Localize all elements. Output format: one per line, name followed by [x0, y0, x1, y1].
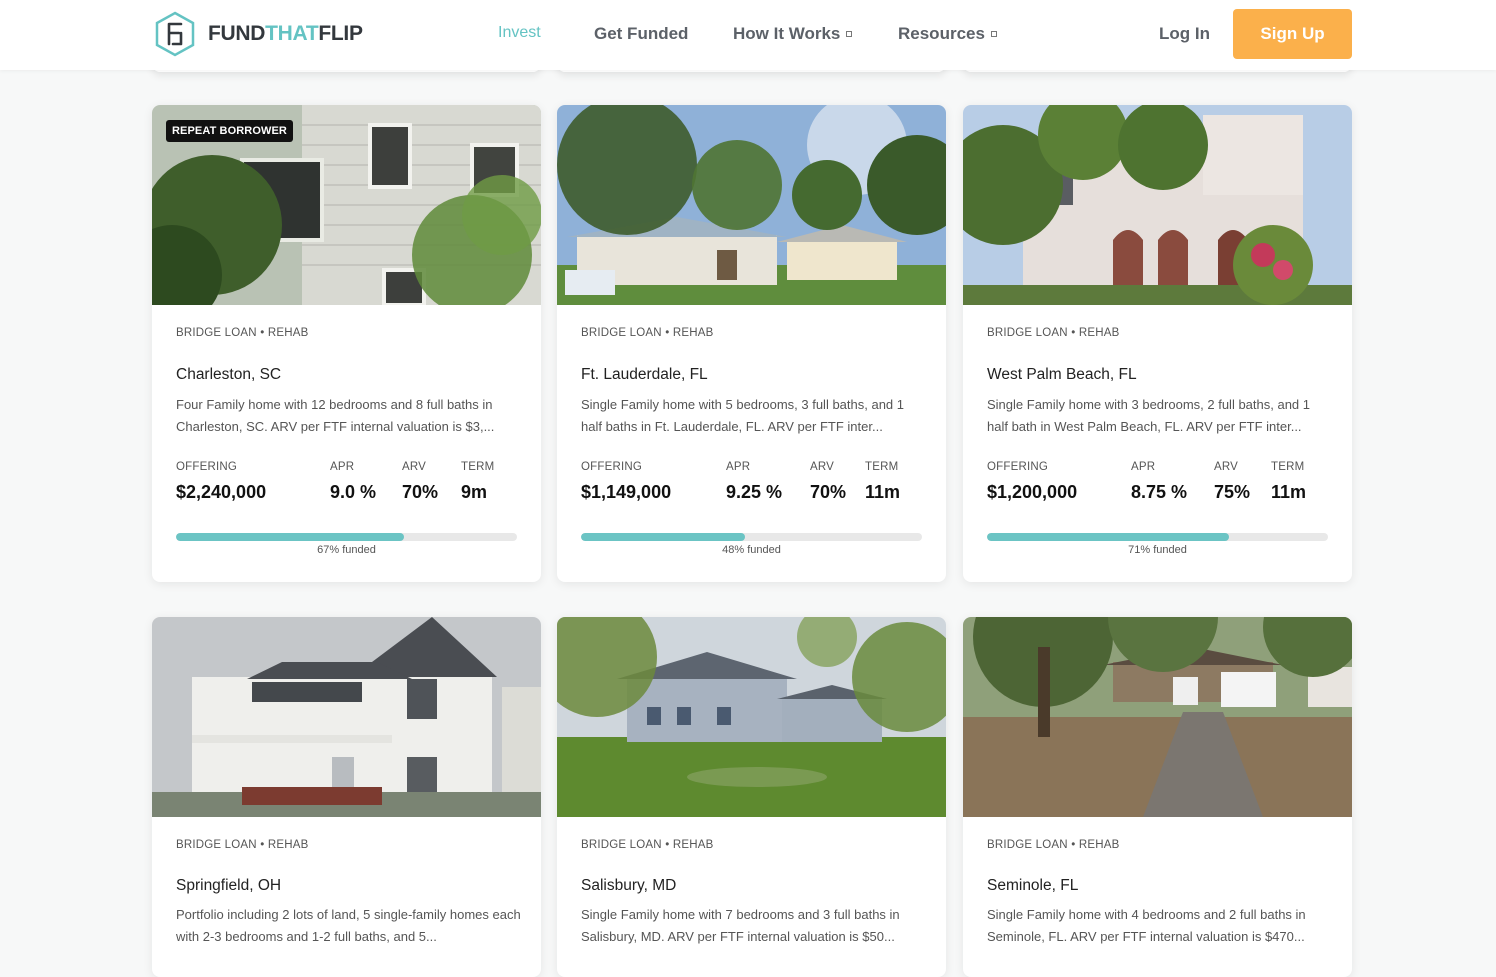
property-photo [152, 617, 541, 817]
arv-value: 70% [402, 482, 439, 502]
property-description: Single Family home with 7 bedrooms and 3… [581, 907, 900, 944]
loan-type-tags: BRIDGE LOAN • REHAB [581, 327, 714, 339]
login-link[interactable]: Log In [1159, 24, 1210, 44]
property-description: Single Family home with 4 bedrooms and 2… [987, 907, 1306, 944]
funding-progress-bar [987, 533, 1328, 541]
apr-label: APR [330, 461, 355, 473]
property-location: Charleston, SC [176, 366, 282, 383]
loan-type-tags: BRIDGE LOAN • REHAB [176, 327, 309, 339]
property-description: Single Family home with 3 bedrooms, 2 fu… [987, 397, 1311, 434]
funded-percent-text: 67% funded [317, 544, 376, 556]
property-description: Portfolio including 2 lots of land, 5 si… [176, 907, 521, 944]
funding-progress-fill [987, 533, 1230, 541]
offering-label: OFFERING [581, 461, 643, 473]
dropdown-icon [846, 30, 853, 37]
funding-progress-fill [176, 533, 405, 541]
property-photo [963, 617, 1352, 817]
apr-value: 8.75 % [1131, 482, 1188, 502]
repeat-borrower-badge: REPEAT BORROWER [166, 120, 293, 142]
logo-text-fund: FUND [208, 22, 266, 45]
funded-percent-text: 71% funded [1128, 544, 1187, 556]
nav-invest-label: Invest [498, 24, 541, 41]
nav-how-it-works[interactable]: How It Works [733, 24, 853, 44]
term-value: 11m [1271, 482, 1307, 502]
loan-card[interactable]: BRIDGE LOAN • REHAB Salisbury, MD Single… [557, 617, 946, 977]
dropdown-icon [990, 30, 997, 37]
loan-card[interactable]: BRIDGE LOAN • REHAB Seminole, FL Single … [963, 617, 1352, 977]
term-value: 11m [865, 482, 901, 502]
loan-card[interactable]: BRIDGE LOAN • REHAB Ft. Lauderdale, FL S… [557, 105, 946, 582]
property-location: Ft. Lauderdale, FL [581, 366, 708, 383]
loan-type-tags: BRIDGE LOAN • REHAB [987, 839, 1120, 851]
property-location: Seminole, FL [987, 877, 1079, 894]
term-label: TERM [1271, 461, 1305, 473]
offering-label: OFFERING [176, 461, 238, 473]
loan-card[interactable]: BRIDGE LOAN • REHAB West Palm Beach, FL … [963, 105, 1352, 582]
logo-text-that: THAT [265, 22, 319, 45]
funded-percent-text: 48% funded [722, 544, 781, 556]
arv-value: 70% [810, 482, 847, 502]
property-location: Salisbury, MD [581, 877, 677, 894]
arv-label: ARV [810, 461, 835, 473]
loan-type-tags: BRIDGE LOAN • REHAB [176, 839, 309, 851]
funding-progress-bar [176, 533, 517, 541]
property-description: Single Family home with 5 bedrooms, 3 fu… [581, 397, 905, 434]
logo[interactable]: FUNDTHATFLIP [152, 11, 363, 57]
nav-invest[interactable]: Invest [498, 24, 541, 42]
nav-get-funded-label: Get Funded [594, 24, 689, 43]
nav-resources[interactable]: Resources [898, 24, 997, 44]
property-location: West Palm Beach, FL [987, 366, 1137, 383]
arv-label: ARV [1214, 461, 1239, 473]
nav-get-funded[interactable]: Get Funded [594, 24, 688, 44]
apr-label: APR [1131, 461, 1156, 473]
term-value: 9m [461, 482, 488, 502]
property-location: Springfield, OH [176, 877, 282, 894]
property-photo [557, 105, 946, 305]
funding-progress-fill [581, 533, 745, 541]
apr-value: 9.25 % [726, 482, 783, 502]
nav-resources-label: Resources [898, 24, 985, 43]
arv-value: 75% [1214, 482, 1251, 502]
funding-progress-bar [581, 533, 922, 541]
property-photo: REPEAT BORROWER [152, 105, 541, 305]
logo-mark-icon [155, 11, 195, 57]
loan-type-tags: BRIDGE LOAN • REHAB [581, 839, 714, 851]
apr-label: APR [726, 461, 751, 473]
offering-value: $2,240,000 [176, 482, 267, 502]
property-photo [557, 617, 946, 817]
property-photo [963, 105, 1352, 305]
offering-label: OFFERING [987, 461, 1049, 473]
offering-value: $1,200,000 [987, 482, 1078, 502]
logo-wordmark: FUNDTHATFLIP [208, 22, 363, 46]
property-description: Four Family home with 12 bedrooms and 8 … [176, 397, 495, 434]
arv-label: ARV [402, 461, 427, 473]
term-label: TERM [461, 461, 495, 473]
term-label: TERM [865, 461, 899, 473]
loan-card[interactable]: BRIDGE LOAN • REHAB Springfield, OH Port… [152, 617, 541, 977]
offering-value: $1,149,000 [581, 482, 672, 502]
loan-card[interactable]: REPEAT BORROWER BRIDGE LOAN • REHAB Char… [152, 105, 541, 582]
site-header: FUNDTHATFLIP Invest Get Funded How It Wo… [0, 0, 1496, 70]
signup-button[interactable]: Sign Up [1233, 9, 1352, 59]
apr-value: 9.0 % [330, 482, 377, 502]
nav-how-it-works-label: How It Works [733, 24, 841, 43]
logo-text-flip: FLIP [318, 22, 363, 45]
loan-type-tags: BRIDGE LOAN • REHAB [987, 327, 1120, 339]
